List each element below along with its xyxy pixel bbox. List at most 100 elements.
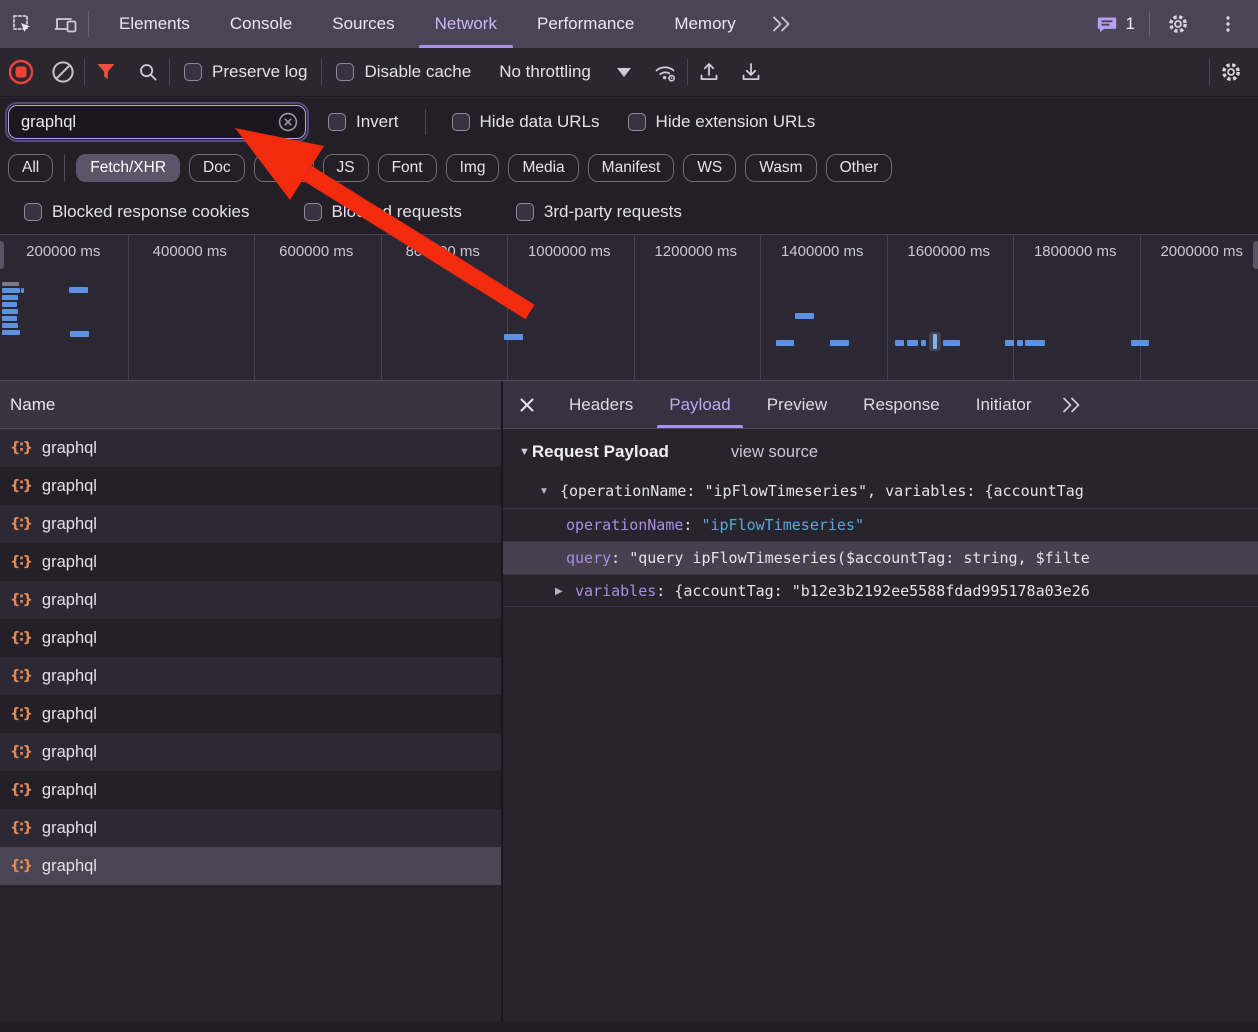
settings-gear-icon[interactable] [1156,11,1200,37]
json-request-icon: {∶} [10,782,32,798]
export-har-icon[interactable] [730,51,772,93]
payload-row-text: variables: {accountTag: "b12e3b2192ee558… [575,575,1090,607]
request-row[interactable]: {∶}graphql [0,619,501,657]
tab-elements[interactable]: Elements [99,0,210,48]
device-toolbar-icon[interactable] [44,0,88,48]
3rd-party-requests-box[interactable] [516,203,534,221]
invert-box[interactable] [328,113,346,131]
filter-chip-ws[interactable]: WS [683,154,736,182]
request-row[interactable]: {∶}graphql [0,695,501,733]
network-conditions-icon[interactable] [645,51,687,93]
waterfall-bar [69,287,88,293]
tree-caret-icon[interactable]: ▶ [555,575,563,607]
tree-caret-icon[interactable]: ▼ [539,475,549,508]
tab-memory[interactable]: Memory [654,0,755,48]
blocked-response-cookies-box[interactable] [24,203,42,221]
blocked-response-cookies-checkbox[interactable]: Blocked response cookies [24,202,250,222]
filter-chip-css[interactable]: CSS [254,154,314,182]
clear-network-log-button[interactable] [42,51,84,93]
blocked-requests-box[interactable] [304,203,322,221]
payload-view: ▼ Request Payload view source ▼{operatio… [503,429,1258,607]
filter-chip-manifest[interactable]: Manifest [588,154,675,182]
inspect-element-icon[interactable] [0,0,44,48]
filter-chip-other[interactable]: Other [826,154,893,182]
detail-tab-payload[interactable]: Payload [651,381,748,428]
blocked-requests-checkbox[interactable]: Blocked requests [304,202,462,222]
throttling-value: No throttling [499,62,591,82]
clear-filter-icon[interactable] [278,112,298,132]
more-panels-icon[interactable] [756,0,806,48]
json-request-icon: {∶} [10,706,32,722]
network-filter-row: Invert Hide data URLs Hide extension URL… [0,98,1258,146]
request-payload-section[interactable]: ▼ Request Payload view source [503,429,1258,475]
disable-cache-box[interactable] [336,63,354,81]
request-row[interactable]: {∶} graphql [0,771,501,809]
tab-console[interactable]: Console [210,0,312,48]
detail-tab-response[interactable]: Response [845,381,958,428]
preserve-log-checkbox[interactable]: Preserve log [184,62,307,82]
name-column-header[interactable]: Name [0,381,501,429]
waterfall-bar [2,323,18,328]
tab-performance[interactable]: Performance [517,0,654,48]
hide-extension-urls-box[interactable] [628,113,646,131]
request-name: graphql [42,667,97,686]
payload-tree-row[interactable]: operationName: "ipFlowTimeseries" [503,508,1258,541]
request-row[interactable]: {∶}graphql [0,733,501,771]
hide-extension-urls-checkbox[interactable]: Hide extension URLs [628,112,816,132]
detail-tab-headers[interactable]: Headers [551,381,651,428]
import-har-icon[interactable] [688,51,730,93]
console-messages-button[interactable]: 1 [1087,12,1143,36]
waterfall-bar [2,330,20,335]
request-name: graphql [42,629,97,648]
message-bubble-icon [1095,12,1119,36]
throttling-dropdown[interactable]: No throttling [499,62,631,82]
invert-checkbox[interactable]: Invert [328,112,399,132]
view-source-link[interactable]: view source [731,443,818,462]
filter-chip-wasm[interactable]: Wasm [745,154,816,182]
hide-data-urls-box[interactable] [452,113,470,131]
tab-network[interactable]: Network [415,0,517,48]
request-name: graphql [42,781,97,800]
close-detail-icon[interactable] [503,381,551,428]
3rd-party-requests-checkbox[interactable]: 3rd-party requests [516,202,682,222]
payload-row-text: query: "query ipFlowTimeseries($accountT… [566,542,1090,574]
request-row[interactable]: {∶}graphql [0,505,501,543]
filter-chip-media[interactable]: Media [508,154,578,182]
filter-chip-fetch-xhr[interactable]: Fetch/XHR [76,154,180,182]
search-icon[interactable] [127,51,169,93]
request-row[interactable]: {∶}graphql [0,847,501,885]
hide-data-urls-checkbox[interactable]: Hide data URLs [452,112,600,132]
detail-tab-initiator[interactable]: Initiator [958,381,1050,428]
network-settings-gear-icon[interactable] [1210,51,1252,93]
request-row[interactable]: {∶}graphql [0,581,501,619]
kebab-menu-icon[interactable] [1206,12,1250,36]
request-row[interactable]: {∶}graphql [0,543,501,581]
request-row[interactable]: {∶} graphql [0,657,501,695]
payload-tree-row[interactable]: query: "query ipFlowTimeseries($accountT… [503,541,1258,574]
more-detail-tabs-icon[interactable] [1049,381,1093,428]
filter-chip-doc[interactable]: Doc [189,154,245,182]
waterfall-bar [830,340,849,346]
request-row[interactable]: {∶}graphql [0,429,501,467]
disable-cache-checkbox[interactable]: Disable cache [336,62,471,82]
tab-sources[interactable]: Sources [312,0,414,48]
network-filter-input[interactable] [8,105,306,139]
payload-tree-row[interactable]: ▶ variables: {accountTag: "b12e3b2192ee55… [503,574,1258,607]
filter-chip-font[interactable]: Font [378,154,437,182]
request-row[interactable]: {∶}graphql [0,467,501,505]
detail-tab-preview[interactable]: Preview [749,381,845,428]
filter-chip-img[interactable]: Img [446,154,500,182]
timeline-tick-label: 200000 ms [0,240,127,264]
network-overview-timeline[interactable]: 200000 ms400000 ms600000 ms800000 ms1000… [0,234,1258,381]
filter-chip-js[interactable]: JS [323,154,369,182]
filter-chip-all[interactable]: All [8,154,53,182]
payload-tree-row[interactable]: ▼{operationName: "ipFlowTimeseries", var… [503,475,1258,508]
json-request-icon: {∶} [10,668,32,684]
request-row[interactable]: {∶}graphql [0,809,501,847]
waterfall-bar [2,288,20,293]
window-bottom-edge [0,1022,1258,1032]
preserve-log-box[interactable] [184,63,202,81]
record-network-log-button[interactable] [0,51,42,93]
filter-funnel-icon[interactable] [85,51,127,93]
json-request-icon: {∶} [10,820,32,836]
